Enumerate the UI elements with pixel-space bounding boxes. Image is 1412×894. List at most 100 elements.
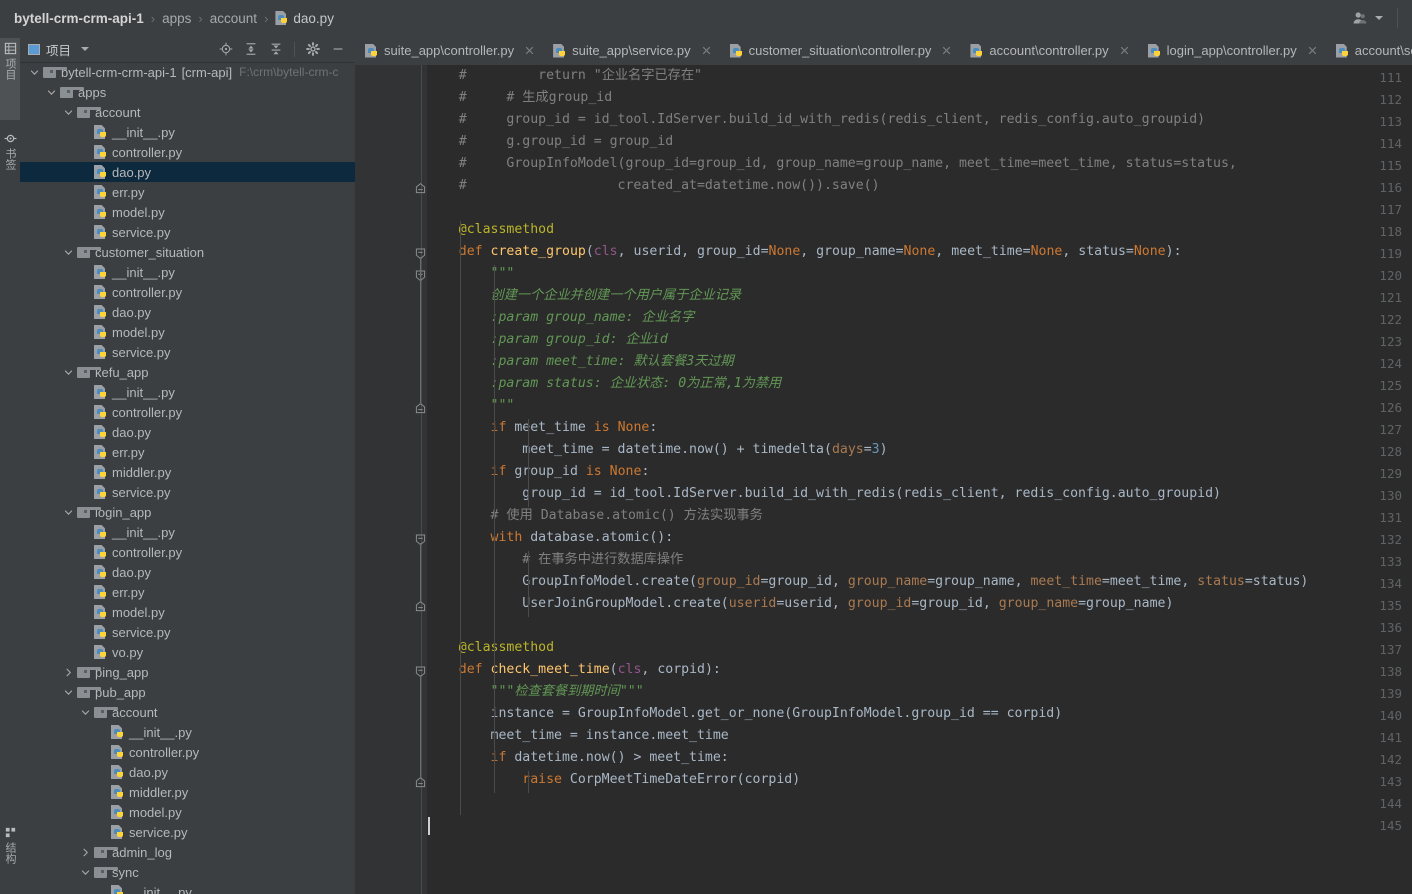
tree-item[interactable]: vo.py [20, 642, 355, 662]
tool-window-button-project[interactable]: 项目 [0, 38, 20, 120]
tree-item[interactable]: account [20, 102, 355, 122]
close-icon[interactable] [524, 45, 535, 56]
tree-twisty[interactable] [62, 506, 75, 519]
source-code-text[interactable]: # return "企业名字已存在" # # 生成group_id # grou… [427, 65, 1412, 894]
chevron-right-icon[interactable] [64, 668, 73, 677]
tree-item[interactable]: err.py [20, 442, 355, 462]
tree-item[interactable]: pub_app [20, 682, 355, 702]
tree-item[interactable]: account [20, 702, 355, 722]
tree-item[interactable]: service.py [20, 622, 355, 642]
tree-item[interactable]: controller.py [20, 142, 355, 162]
tree-item[interactable]: customer_situation [20, 242, 355, 262]
chevron-down-icon[interactable] [64, 108, 73, 117]
tree-item[interactable]: controller.py [20, 742, 355, 762]
minimize-icon[interactable] [331, 42, 345, 56]
chevron-down-icon[interactable] [64, 688, 73, 697]
settings-gear-icon[interactable] [306, 42, 320, 56]
tool-window-button-structure[interactable]: 结构 [0, 822, 20, 890]
tree-twisty[interactable] [79, 866, 92, 879]
tree-item[interactable]: apps [20, 82, 355, 102]
tree-item[interactable]: dao.py [20, 422, 355, 442]
tree-item[interactable]: login_app [20, 502, 355, 522]
python-file-icon [970, 43, 983, 58]
fold-end-icon[interactable] [415, 177, 426, 199]
code-token: , [617, 244, 634, 259]
tree-twisty[interactable] [28, 66, 41, 79]
locate-icon[interactable] [219, 42, 233, 56]
chevron-down-icon[interactable] [30, 68, 39, 77]
breadcrumb-item-account[interactable]: account [204, 11, 263, 26]
close-icon[interactable] [941, 45, 952, 56]
python-file-icon [94, 185, 107, 199]
tree-twisty[interactable] [62, 106, 75, 119]
tree-item[interactable]: service.py [20, 222, 355, 242]
editor-tab[interactable]: suite_app\controller.py [355, 36, 543, 65]
tree-twisty[interactable] [62, 366, 75, 379]
chevron-down-icon[interactable] [47, 88, 56, 97]
chevron-down-icon[interactable] [81, 708, 90, 717]
chevron-down-icon[interactable] [81, 868, 90, 877]
editor-tab[interactable]: suite_app\service.py [543, 36, 720, 65]
close-icon[interactable] [1119, 45, 1130, 56]
code-token: CorpMeetTimeDateError(corpid) [561, 772, 801, 787]
tree-item[interactable]: model.py [20, 802, 355, 822]
project-file-tree[interactable]: bytell-crm-crm-api-1 [crm-api] F:\crm\byte… [20, 62, 355, 894]
tool-window-button-bookmarks[interactable]: 书签 [0, 128, 20, 198]
tree-item[interactable]: bytell-crm-crm-api-1 [crm-api] F:\crm\byte… [20, 62, 355, 82]
tree-item[interactable]: service.py [20, 482, 355, 502]
editor-tab[interactable]: customer_situation\controller.py [720, 36, 961, 65]
tree-item[interactable]: __init__.py [20, 122, 355, 142]
tree-item[interactable]: kefu_app [20, 362, 355, 382]
tree-item[interactable]: err.py [20, 582, 355, 602]
tree-item[interactable]: __init__.py [20, 722, 355, 742]
close-icon[interactable] [701, 45, 712, 56]
collapse-all-icon[interactable] [269, 42, 283, 56]
close-icon[interactable] [1307, 45, 1318, 56]
tree-item[interactable]: dao.py [20, 562, 355, 582]
chevron-down-icon[interactable] [64, 368, 73, 377]
chevron-right-icon[interactable] [81, 848, 90, 857]
tree-item[interactable]: __init__.py [20, 522, 355, 542]
chevron-down-icon[interactable] [81, 47, 90, 51]
tree-item[interactable]: dao.py [20, 302, 355, 322]
tree-item[interactable]: __init__.py [20, 382, 355, 402]
tree-item[interactable]: err.py [20, 182, 355, 202]
tree-twisty[interactable] [62, 666, 75, 679]
tree-item[interactable]: middler.py [20, 462, 355, 482]
breadcrumb-item-file[interactable]: dao.py [269, 11, 340, 26]
tree-item[interactable]: admin_log [20, 842, 355, 862]
tree-twisty[interactable] [62, 246, 75, 259]
editor-tab[interactable]: account\controller.py [960, 36, 1137, 65]
code-editor[interactable]: 111 112 113 114 115 116 117 118 119 120 121 122 123 1… [355, 65, 1412, 894]
breadcrumb-item-apps[interactable]: apps [156, 11, 197, 26]
user-account-button[interactable] [1346, 7, 1389, 29]
breadcrumb-item-project[interactable]: bytell-crm-crm-api-1 [10, 11, 150, 26]
chevron-down-icon[interactable] [64, 508, 73, 517]
chevron-down-icon[interactable] [64, 248, 73, 257]
tree-item[interactable]: middler.py [20, 782, 355, 802]
tree-twisty[interactable] [62, 686, 75, 699]
tree-item[interactable]: controller.py [20, 542, 355, 562]
project-panel-title-group[interactable]: 项目 [28, 40, 90, 59]
tree-item[interactable]: ping_app [20, 662, 355, 682]
tree-item-selected[interactable]: dao.py [20, 162, 355, 182]
tree-item[interactable]: __init__.py [20, 262, 355, 282]
editor-tab[interactable]: login_app\controller.py [1138, 36, 1326, 65]
tree-item[interactable]: controller.py [20, 282, 355, 302]
tree-item[interactable]: dao.py [20, 762, 355, 782]
editor-tab[interactable]: account\servic [1326, 36, 1412, 65]
tree-item[interactable]: service.py [20, 822, 355, 842]
tree-item[interactable]: controller.py [20, 402, 355, 422]
tree-twisty[interactable] [45, 86, 58, 99]
expand-all-icon[interactable] [244, 42, 258, 56]
tree-twisty[interactable] [79, 846, 92, 859]
tree-twisty[interactable] [79, 706, 92, 719]
tree-item[interactable]: model.py [20, 202, 355, 222]
tree-item[interactable]: service.py [20, 342, 355, 362]
tree-item[interactable]: model.py [20, 322, 355, 342]
tree-item[interactable]: model.py [20, 602, 355, 622]
editor-tab-strip[interactable]: suite_app\controller.py suite_app\service… [355, 36, 1412, 66]
code-token: :param status: 企业状态: 0为正常,1为禁用 [490, 376, 782, 391]
tree-item[interactable]: sync [20, 862, 355, 882]
tree-item[interactable]: __init__.py [20, 882, 355, 894]
